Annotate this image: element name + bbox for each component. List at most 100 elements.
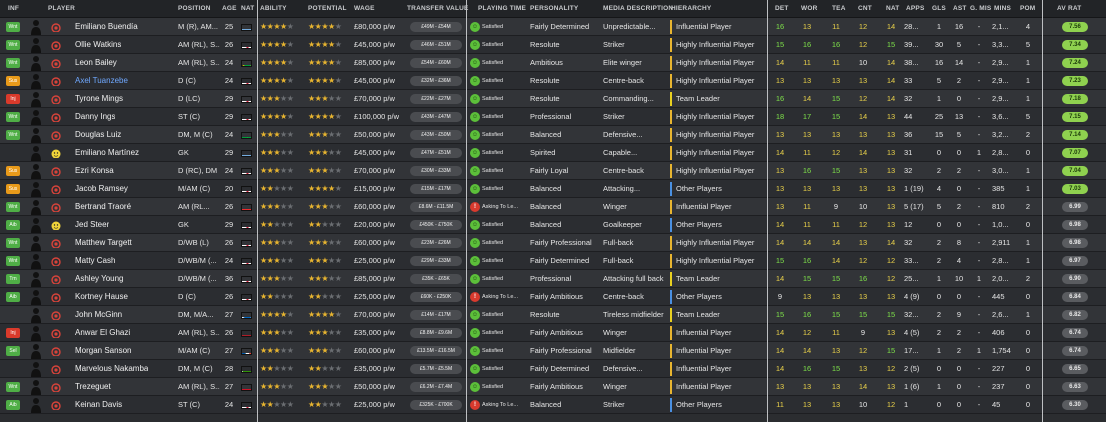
transfer-value-pill[interactable]: £46M - £51M <box>410 40 462 50</box>
inf-badge[interactable]: Wnt <box>6 238 20 248</box>
inf-badge[interactable]: Sel <box>6 346 20 356</box>
inf-badge[interactable]: Wnt <box>6 22 20 32</box>
col-header-media-description[interactable]: MEDIA DESCRIPTION <box>603 5 673 12</box>
player-name-link[interactable]: Anwar El Ghazi <box>75 324 130 342</box>
col-header-transfer-value[interactable]: TRANSFER VALUE <box>407 5 469 12</box>
table-row[interactable]: Inj Anwar El Ghazi AM (RL), S... 26 ★★★★★ ★★★… <box>0 324 1106 342</box>
player-name-link[interactable]: Matty Cash <box>75 252 115 270</box>
col-header-position[interactable]: POSITION <box>178 5 211 12</box>
table-row[interactable]: Inj Tyrone Mings D (LC) 29 ★★★★★ ★★★★★ £70,000… <box>0 90 1106 108</box>
inf-badge[interactable]: Inj <box>6 328 20 338</box>
table-row[interactable]: Aib Keinan Davis ST (C) 24 ★★★★★ ★★★★★ £25,000… <box>0 396 1106 414</box>
table-row[interactable]: Wnt Matty Cash D/WB/M (... 24 ★★★★★ ★★★★★ £25,… <box>0 252 1106 270</box>
table-row[interactable]: John McGinn DM, M/A... 27 ★★★★★ ★★★★★ £70,000… <box>0 306 1106 324</box>
inf-badge[interactable]: Aib <box>6 220 20 230</box>
transfer-value-pill[interactable]: £325K - £700K <box>410 400 462 410</box>
transfer-value-pill[interactable]: £54M - £60M <box>410 58 462 68</box>
col-header-mins[interactable]: MINS <box>994 5 1011 12</box>
col-header-player[interactable]: PLAYER <box>48 5 75 12</box>
col-header-tea[interactable]: TEA <box>832 5 846 12</box>
col-header-det[interactable]: DET <box>775 5 789 12</box>
transfer-value-pill[interactable]: £6.2M - £7.4M <box>410 382 462 392</box>
col-header-g-mis[interactable]: G. MIS <box>970 5 991 12</box>
col-header-wage[interactable]: WAGE <box>354 5 375 12</box>
table-row[interactable]: Emiliano Martínez GK 29 ★★★★★ ★★★★★ £45,000 p… <box>0 144 1106 162</box>
col-header-inf[interactable]: INF <box>8 5 19 12</box>
player-name-link[interactable]: Ollie Watkins <box>75 36 121 54</box>
table-row[interactable]: Sus Ezri Konsa D (RC), DM 24 ★★★★★ ★★★★★ £70,0… <box>0 162 1106 180</box>
transfer-value-pill[interactable]: £60K - £250K <box>410 292 462 302</box>
col-header-ability[interactable]: ABILITY <box>260 5 287 12</box>
inf-badge[interactable]: Wnt <box>6 112 20 122</box>
col-header-wor[interactable]: WOR <box>801 5 818 12</box>
inf-badge[interactable]: Trn <box>6 274 20 284</box>
player-name-link[interactable]: Danny Ings <box>75 108 115 126</box>
player-name-link[interactable]: Kortney Hause <box>75 288 128 306</box>
transfer-value-pill[interactable]: £43M - £47M <box>410 112 462 122</box>
table-row[interactable]: Marvelous Nakamba DM, M (C) 28 ★★★★★ ★★★★★ £3… <box>0 360 1106 378</box>
table-row[interactable]: Sus Jacob Ramsey M/AM (C) 20 ★★★★★ ★★★★★ £15,0… <box>0 180 1106 198</box>
table-row[interactable]: Wnt Ollie Watkins AM (RL), S... 26 ★★★★★ ★★★★… <box>0 36 1106 54</box>
player-name-link[interactable]: Tyrone Mings <box>75 90 123 108</box>
player-name-link[interactable]: Douglas Luiz <box>75 126 121 144</box>
player-name-link[interactable]: Axel Tuanzebe <box>75 72 128 90</box>
transfer-value-pill[interactable]: £35K - £65K <box>410 274 462 284</box>
inf-badge[interactable]: Wnt <box>6 58 20 68</box>
player-name-link[interactable]: John McGinn <box>75 306 122 324</box>
table-row[interactable]: Wnt Bertrand Traoré AM (RL... 26 ★★★★★ ★★★★★ £… <box>0 198 1106 216</box>
inf-badge[interactable]: Wnt <box>6 130 20 140</box>
inf-badge[interactable]: Aib <box>6 292 20 302</box>
col-header-nat-attr[interactable]: NAT <box>886 5 899 12</box>
transfer-value-pill[interactable]: £13.5M - £16.5M <box>410 346 462 356</box>
col-header-potential[interactable]: POTENTIAL <box>308 5 347 12</box>
table-row[interactable]: Wnt Matthew Targett D/WB (L) 26 ★★★★★ ★★★★★ £6… <box>0 234 1106 252</box>
player-name-link[interactable]: Ezri Konsa <box>75 162 114 180</box>
table-row[interactable]: Wnt Emiliano Buendía M (R), AM... 25 ★★★★★ ★★… <box>0 18 1106 36</box>
player-name-link[interactable]: Keinan Davis <box>75 396 122 414</box>
table-row[interactable]: Aib Kortney Hause D (C) 26 ★★★★★ ★★★★★ £25,000… <box>0 288 1106 306</box>
player-name-link[interactable]: Ashley Young <box>75 270 124 288</box>
transfer-value-pill[interactable]: £30M - £33M <box>410 166 462 176</box>
transfer-value-pill[interactable]: £15M - £17M <box>410 184 462 194</box>
player-name-link[interactable]: Marvelous Nakamba <box>75 360 148 378</box>
player-name-link[interactable]: Jed Steer <box>75 216 109 234</box>
table-row[interactable]: Trn Ashley Young D/WB/M (... 36 ★★★★★ ★★★★★ £8… <box>0 270 1106 288</box>
col-header-hierarchy[interactable]: HIERARCHY <box>671 5 711 12</box>
inf-badge[interactable]: Wnt <box>6 40 20 50</box>
inf-badge[interactable]: Wnt <box>6 256 20 266</box>
transfer-value-pill[interactable]: £49M - £54M <box>410 22 462 32</box>
col-header-ast[interactable]: AST <box>953 5 967 12</box>
player-name-link[interactable]: Emiliano Martínez <box>75 144 139 162</box>
transfer-value-pill[interactable]: £43M - £50M <box>410 130 462 140</box>
table-row[interactable]: Wnt Leon Bailey AM (RL), S... 24 ★★★★★ ★★★★★ £… <box>0 54 1106 72</box>
col-header-playing-time[interactable]: PLAYING TIME <box>478 5 526 12</box>
col-header-av-rat[interactable]: AV RAT <box>1057 5 1081 12</box>
transfer-value-pill[interactable]: £23M - £26M <box>410 238 462 248</box>
table-row[interactable]: Sel Morgan Sanson M/AM (C) 27 ★★★★★ ★★★★★ £60,… <box>0 342 1106 360</box>
inf-badge[interactable]: Sus <box>6 76 20 86</box>
transfer-value-pill[interactable]: £32M - £36M <box>410 76 462 86</box>
col-header-pom[interactable]: POM <box>1020 5 1035 12</box>
inf-badge[interactable]: Aib <box>6 400 20 410</box>
inf-badge[interactable]: Sus <box>6 166 20 176</box>
table-row[interactable]: Wnt Douglas Luiz DM, M (C) 24 ★★★★★ ★★★★★ £50,… <box>0 126 1106 144</box>
transfer-value-pill[interactable]: £22M - £27M <box>410 94 462 104</box>
table-row[interactable]: Wnt Danny Ings ST (C) 29 ★★★★★ ★★★★★ £100,000 … <box>0 108 1106 126</box>
transfer-value-pill[interactable]: £8.8M - £9.6M <box>410 328 462 338</box>
player-name-link[interactable]: Matthew Targett <box>75 234 132 252</box>
transfer-value-pill[interactable]: £8.6M - £11.5M <box>410 202 462 212</box>
inf-badge[interactable]: Wnt <box>6 202 20 212</box>
col-header-personality[interactable]: PERSONALITY <box>530 5 578 12</box>
inf-badge[interactable]: Inj <box>6 94 20 104</box>
col-header-age[interactable]: AGE <box>222 5 237 12</box>
player-name-link[interactable]: Trezeguet <box>75 378 111 396</box>
transfer-value-pill[interactable]: £47M - £51M <box>410 148 462 158</box>
col-header-gls[interactable]: GLS <box>932 5 946 12</box>
player-name-link[interactable]: Bertrand Traoré <box>75 198 131 216</box>
player-name-link[interactable]: Jacob Ramsey <box>75 180 128 198</box>
table-row[interactable]: Wnt Trezeguet AM (RL), S... 27 ★★★★★ ★★★★★ £50… <box>0 378 1106 396</box>
player-name-link[interactable]: Leon Bailey <box>75 54 117 72</box>
transfer-value-pill[interactable]: £14M - £17M <box>410 310 462 320</box>
inf-badge[interactable]: Sus <box>6 184 20 194</box>
inf-badge[interactable]: Wnt <box>6 382 20 392</box>
